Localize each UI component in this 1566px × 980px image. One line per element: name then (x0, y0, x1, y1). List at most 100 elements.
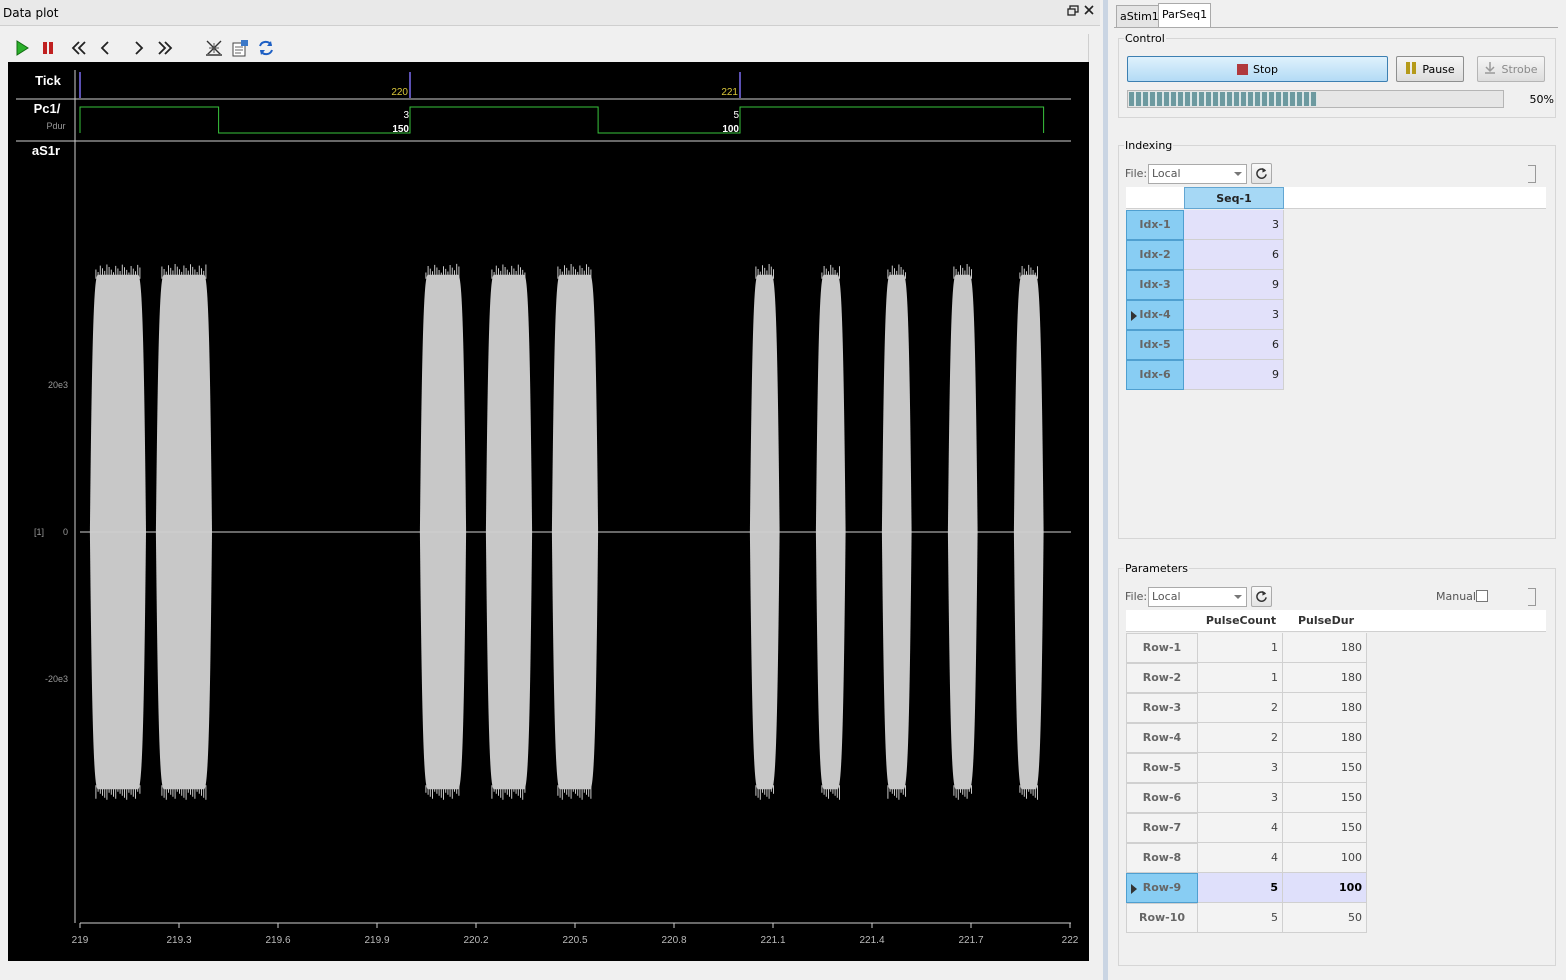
x-tick-label: 220.2 (463, 935, 488, 946)
row-header-idx-6[interactable]: Idx-6 (1126, 360, 1184, 390)
row-header-row-9[interactable]: Row-9 (1126, 873, 1198, 903)
index-cell[interactable]: 6 (1184, 240, 1284, 270)
parameters-expand-handle[interactable] (1528, 588, 1536, 606)
index-cell[interactable]: 9 (1184, 270, 1284, 300)
manual-label: Manual (1436, 590, 1476, 603)
column-header-seq-1[interactable]: Seq-1 (1184, 187, 1284, 209)
refresh-icon[interactable] (255, 37, 277, 59)
pulsecount-cell[interactable]: 1 (1198, 663, 1283, 693)
indexing-refresh-button[interactable] (1251, 163, 1272, 184)
plot-canvas: Tick Pc1/Pdur aS1r 220 221 3 150 5 100 20e3 0 -20e3… (16, 70, 1079, 946)
pulsecount-cell[interactable]: 2 (1198, 723, 1283, 753)
index-cell[interactable]: 3 (1184, 300, 1284, 330)
dock-title: Data plot (3, 6, 59, 20)
plot-area[interactable]: Tick Pc1/Pdur aS1r 220 221 3 150 5 100 20e3 0 -20e3… (8, 62, 1089, 961)
dock-titlebar[interactable]: Data plot (0, 0, 1100, 26)
pulsedur-cell[interactable]: 50 (1283, 903, 1367, 933)
track-label-tick: Tick (35, 73, 62, 88)
y-channel-label: [1] (34, 527, 44, 537)
row-header-row-8[interactable]: Row-8 (1126, 843, 1198, 873)
tab-parseq1[interactable]: ParSeq1 (1158, 3, 1212, 28)
pause-icon[interactable] (37, 37, 59, 59)
pulsecount-cell[interactable]: 1 (1198, 633, 1283, 663)
pulse-count-label: 3 (403, 110, 409, 121)
column-header-pulsecount[interactable]: PulseCount (1198, 610, 1284, 632)
pulsedur-cell[interactable]: 180 (1283, 693, 1367, 723)
tick-label: 221 (721, 87, 738, 98)
x-tick-label: 220.5 (562, 935, 587, 946)
row-header-idx-1[interactable]: Idx-1 (1126, 210, 1184, 240)
progress-bar (1127, 90, 1504, 108)
pulsecount-cell[interactable]: 3 (1198, 783, 1283, 813)
pulsedur-cell[interactable]: 180 (1283, 633, 1367, 663)
x-tick-label: 219 (72, 935, 89, 946)
tab-divider (1114, 27, 1558, 28)
parameters-title: Parameters (1124, 562, 1189, 575)
row-header-row-5[interactable]: Row-5 (1126, 753, 1198, 783)
index-cell[interactable]: 9 (1184, 360, 1284, 390)
properties-icon[interactable] (229, 37, 251, 59)
indexing-header: Seq-1 (1126, 187, 1546, 209)
fast-back-icon[interactable] (68, 37, 90, 59)
pulsedur-cell[interactable]: 180 (1283, 723, 1367, 753)
row-header-idx-5[interactable]: Idx-5 (1126, 330, 1184, 360)
fast-forward-icon[interactable] (154, 37, 176, 59)
step-back-icon[interactable] (94, 37, 116, 59)
indexing-file-select[interactable]: Local (1148, 164, 1247, 184)
tab-astim1[interactable]: aStim1 (1116, 5, 1163, 27)
index-cell[interactable]: 3 (1184, 210, 1284, 240)
refresh-icon (1256, 167, 1267, 179)
row-header-idx-3[interactable]: Idx-3 (1126, 270, 1184, 300)
strobe-button[interactable]: Strobe (1477, 56, 1545, 82)
current-row-marker-icon (1131, 311, 1137, 321)
row-header-row-3[interactable]: Row-3 (1126, 693, 1198, 723)
indexing-expand-handle[interactable] (1528, 165, 1536, 183)
strobe-icon (1484, 61, 1496, 77)
pause-button[interactable]: Pause (1396, 56, 1464, 82)
float-icon[interactable] (1067, 5, 1079, 17)
row-header-row-4[interactable]: Row-4 (1126, 723, 1198, 753)
x-tick-label: 219.9 (364, 935, 389, 946)
play-icon[interactable] (11, 37, 33, 59)
row-header-idx-4[interactable]: Idx-4 (1126, 300, 1184, 330)
data-plot-dock: Data plot Tick Pc1/ Pdur aS1r 220 221 3 … (0, 0, 1100, 980)
cursor-tool-icon[interactable] (203, 37, 225, 59)
row-header-row-10[interactable]: Row-10 (1126, 903, 1198, 933)
pulse-count-label: 5 (733, 110, 739, 121)
pulse-dur-label: 150 (392, 124, 409, 135)
step-forward-icon[interactable] (128, 37, 150, 59)
pulsedur-cell[interactable]: 150 (1283, 813, 1367, 843)
pulsedur-cell[interactable]: 100 (1283, 843, 1367, 873)
x-tick-label: 221.1 (760, 935, 785, 946)
row-header-row-6[interactable]: Row-6 (1126, 783, 1198, 813)
pulsedur-cell[interactable]: 150 (1283, 783, 1367, 813)
pulsecount-cell[interactable]: 5 (1198, 873, 1283, 903)
row-header-row-7[interactable]: Row-7 (1126, 813, 1198, 843)
chevron-down-icon (1234, 172, 1242, 176)
pulsedur-cell[interactable]: 100 (1283, 873, 1367, 903)
x-tick-label: 219.3 (166, 935, 191, 946)
row-header-idx-2[interactable]: Idx-2 (1126, 240, 1184, 270)
close-icon[interactable] (1083, 4, 1095, 18)
dock-splitter[interactable] (1103, 0, 1108, 980)
y-tick-label: 0 (63, 527, 68, 537)
stop-button[interactable]: Stop (1127, 56, 1388, 82)
pulsedur-cell[interactable]: 150 (1283, 753, 1367, 783)
index-cell[interactable]: 6 (1184, 330, 1284, 360)
row-header-row-1[interactable]: Row-1 (1126, 633, 1198, 663)
column-header-pulsedur[interactable]: PulseDur (ms) (1284, 610, 1368, 649)
pulsedur-cell[interactable]: 180 (1283, 663, 1367, 693)
pulsecount-cell[interactable]: 4 (1198, 813, 1283, 843)
parameters-refresh-button[interactable] (1251, 586, 1272, 607)
row-header-row-2[interactable]: Row-2 (1126, 663, 1198, 693)
pulsecount-cell[interactable]: 2 (1198, 693, 1283, 723)
manual-checkbox[interactable] (1476, 590, 1488, 602)
parameters-file-select[interactable]: Local (1148, 587, 1247, 607)
pulsecount-cell[interactable]: 5 (1198, 903, 1283, 933)
pulsecount-cell[interactable]: 4 (1198, 843, 1283, 873)
x-tick-label: 219.6 (265, 935, 290, 946)
stop-icon (1236, 63, 1248, 75)
pulsecount-cell[interactable]: 3 (1198, 753, 1283, 783)
pause-icon (1405, 61, 1417, 77)
plot-toolbar (8, 34, 1089, 62)
